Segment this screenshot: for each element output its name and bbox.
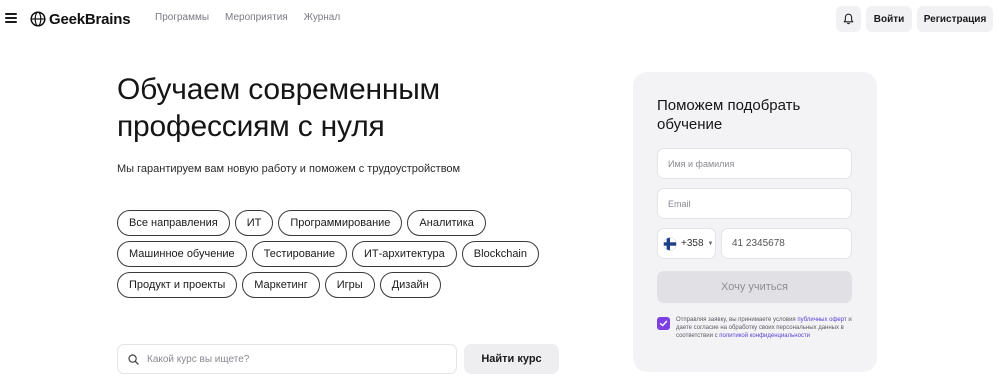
login-button[interactable]: Войти: [866, 6, 912, 32]
public-offer-link[interactable]: публичных оферт: [797, 317, 846, 323]
hero-subtitle: Мы гарантируем вам новую работу и поможе…: [117, 163, 461, 175]
name-input[interactable]: [658, 149, 851, 178]
nav-item-journal[interactable]: Журнал: [304, 12, 341, 23]
chip-row: Все направления ИТ Программирование Анал…: [117, 210, 577, 236]
chevron-down-icon: ▼: [707, 240, 714, 247]
hero-title: Обучаем современным профессиям с нуля: [117, 71, 557, 145]
name-field: [657, 148, 852, 179]
chip-marketing[interactable]: Маркетинг: [242, 272, 320, 298]
notifications-button[interactable]: [836, 6, 861, 32]
find-course-button[interactable]: Найти курс: [464, 344, 559, 374]
main-nav: Программы Мероприятия Журнал: [155, 12, 356, 23]
hero-title-line1: Обучаем современным: [117, 73, 440, 106]
chip-blockchain[interactable]: Blockchain: [461, 241, 539, 267]
consent-checkbox[interactable]: [657, 317, 670, 330]
chip-analytics[interactable]: Аналитика: [407, 210, 486, 236]
geekbrains-logo-icon: [30, 11, 46, 27]
chip-it[interactable]: ИТ: [234, 210, 274, 236]
register-button[interactable]: Регистрация: [917, 6, 993, 32]
submit-button[interactable]: Хочу учиться: [657, 271, 852, 303]
category-chips: Все направления ИТ Программирование Анал…: [117, 210, 577, 303]
consent-text: Отправляя заявку, вы принимаете условия …: [676, 316, 852, 340]
phone-input[interactable]: [722, 229, 851, 258]
top-header: GeekBrains Программы Мероприятия Журнал …: [0, 0, 999, 38]
lead-form-card: Поможем подобрать обучение +358 ▼ Хочу у…: [633, 72, 877, 372]
chip-machine-learning[interactable]: Машинное обучение: [117, 241, 247, 267]
chip-row: Машинное обучение Тестирование ИТ-архите…: [117, 241, 577, 267]
chip-testing[interactable]: Тестирование: [251, 241, 347, 267]
chip-product-projects[interactable]: Продукт и проекты: [117, 272, 238, 298]
chip-design[interactable]: Дизайн: [379, 272, 441, 298]
chip-games[interactable]: Игры: [324, 272, 375, 298]
consent-text-part1: Отправляя заявку, вы принимаете условия: [676, 317, 798, 323]
email-input[interactable]: [658, 189, 851, 218]
finland-flag-icon: [663, 236, 677, 251]
phone-code-value: +358: [681, 238, 704, 249]
check-icon: [659, 320, 668, 327]
email-field: [657, 188, 852, 219]
chip-all-directions[interactable]: Все направления: [117, 210, 230, 236]
privacy-policy-link[interactable]: политикой конфиденциальности: [719, 333, 810, 339]
bell-icon: [843, 13, 854, 25]
course-search: [117, 344, 457, 374]
form-title: Поможем подобрать обучение: [657, 97, 801, 133]
menu-icon[interactable]: [5, 13, 17, 23]
chip-row: Продукт и проекты Маркетинг Игры Дизайн: [117, 272, 577, 298]
chip-it-architecture[interactable]: ИТ-архитектура: [352, 241, 457, 267]
search-icon: [128, 353, 139, 365]
consent-block: Отправляя заявку, вы принимаете условия …: [657, 316, 852, 340]
brand-name: GeekBrains: [49, 10, 131, 28]
brand-logo[interactable]: GeekBrains: [30, 10, 131, 28]
nav-item-programs[interactable]: Программы: [155, 12, 209, 23]
chip-programming[interactable]: Программирование: [278, 210, 403, 236]
search-input[interactable]: [147, 353, 437, 365]
nav-item-events[interactable]: Мероприятия: [225, 12, 288, 23]
phone-field: [721, 228, 852, 259]
hero-title-line2: профессиям с нуля: [117, 110, 385, 143]
phone-country-select[interactable]: +358 ▼: [657, 228, 716, 259]
